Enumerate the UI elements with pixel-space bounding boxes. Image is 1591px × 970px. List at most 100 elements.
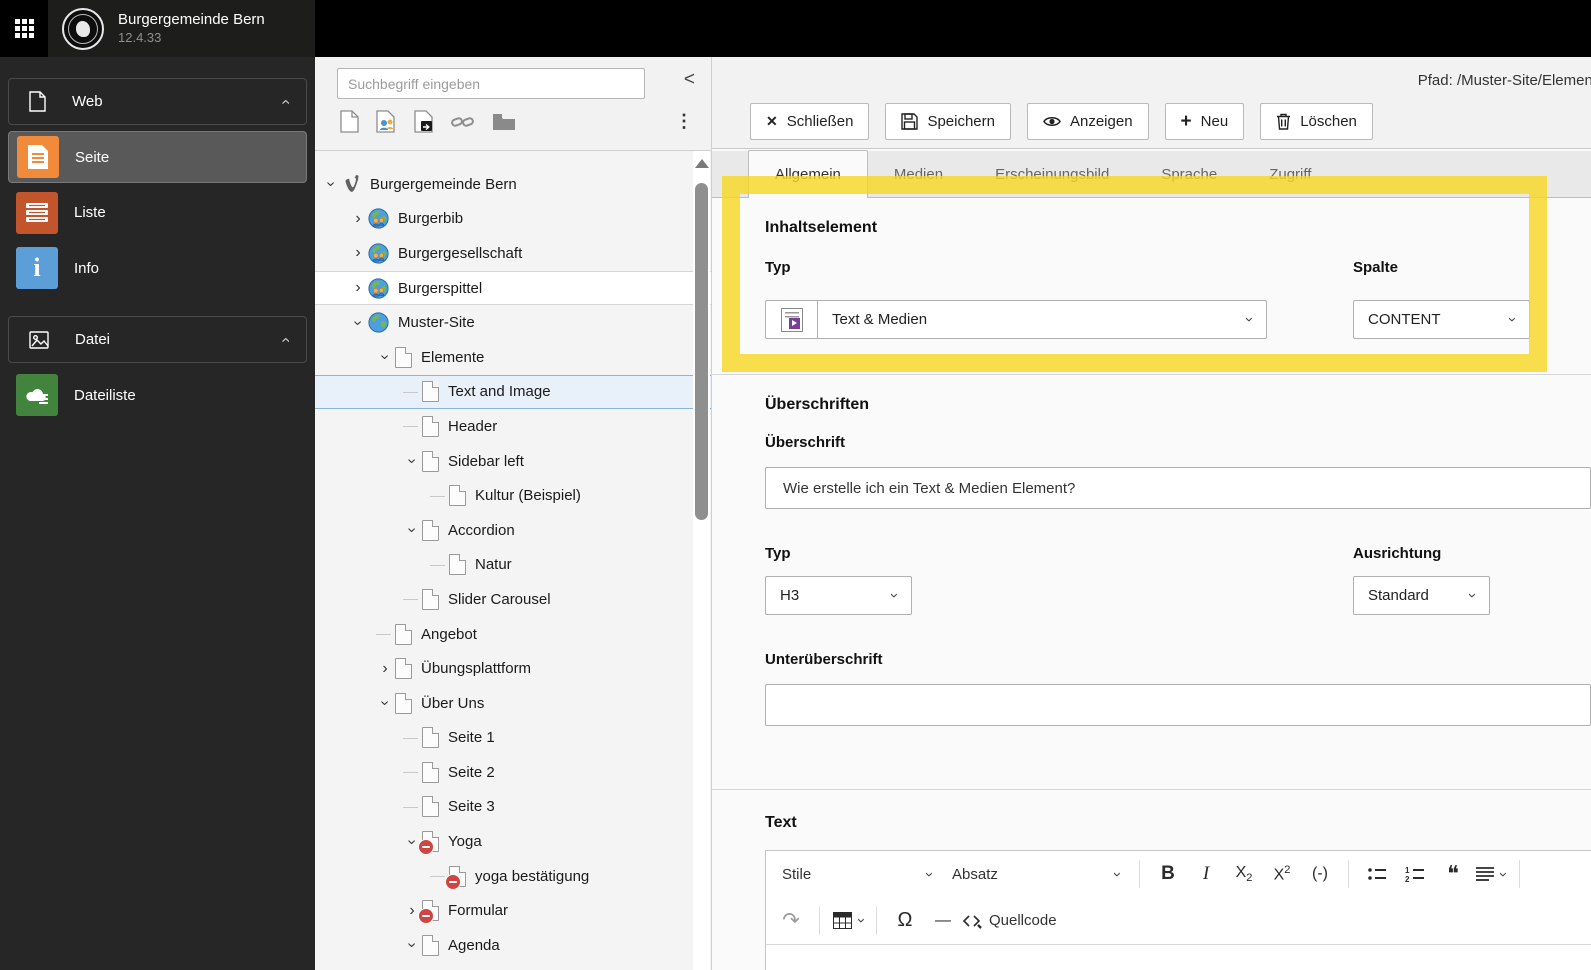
alignment-select[interactable]: Standard › — [1353, 576, 1490, 615]
tab-sprache[interactable]: Sprache — [1135, 151, 1243, 197]
chevron-down-icon: › — [1504, 317, 1521, 322]
tree-node[interactable]: Seite 2 — [315, 755, 711, 790]
subheading-input[interactable] — [765, 684, 1591, 726]
tree-node[interactable]: Slider Carousel — [315, 582, 711, 617]
tree-node[interactable]: › Burgerbib — [315, 202, 711, 237]
save-button[interactable]: Speichern — [885, 103, 1011, 140]
tree-node[interactable]: › Accordion — [315, 513, 711, 548]
tree-node-label: Über Uns — [421, 694, 485, 712]
tree-node-label: Seite 3 — [448, 798, 495, 816]
modules-menu-button[interactable] — [0, 0, 48, 57]
tab-allgemein[interactable]: Allgemein — [748, 150, 868, 198]
tree-node[interactable]: › Übungsplattform — [315, 651, 711, 686]
chevron-closed-icon[interactable]: › — [375, 660, 395, 677]
tree-node[interactable]: › Agenda — [315, 928, 711, 963]
new-page-users-icon[interactable] — [376, 110, 397, 133]
paragraph-dropdown[interactable]: Absatz › — [942, 866, 1130, 883]
module-item-seite[interactable]: Seite — [8, 131, 307, 183]
tree-node[interactable]: yoga bestätigung — [315, 859, 711, 894]
folder-icon[interactable] — [492, 113, 516, 131]
chevron-closed-icon[interactable]: › — [348, 280, 368, 296]
tree-node[interactable]: Header — [315, 409, 711, 444]
tree-node[interactable]: › Yoga — [315, 824, 711, 859]
tab-zugriff[interactable]: Zugriff — [1243, 151, 1337, 197]
tree-node[interactable]: Text and Image — [315, 374, 711, 410]
table-dropdown[interactable]: › — [829, 902, 870, 940]
horizontal-line-icon[interactable]: — — [924, 902, 962, 940]
blockquote-icon[interactable]: ❝ — [1434, 855, 1472, 893]
brand[interactable]: Burgergemeinde Bern 12.4.33 — [48, 0, 315, 57]
tree-node[interactable]: › Elemente — [315, 340, 711, 375]
bulleted-list-icon[interactable] — [1358, 855, 1396, 893]
new-button[interactable]: + Neu — [1164, 103, 1245, 140]
numbered-list-icon[interactable]: 12 — [1396, 855, 1434, 893]
tree-search-input[interactable] — [337, 68, 645, 99]
tab-medien[interactable]: Medien — [868, 151, 969, 197]
delete-button[interactable]: Löschen — [1260, 103, 1373, 140]
tree-node[interactable]: Angebot — [315, 617, 711, 652]
collapse-tree-icon[interactable]: < — [684, 70, 695, 89]
editor-toolbar-row2: ↷ › Ω — Quellcode — [766, 897, 1591, 944]
chevron-open-icon[interactable]: › — [375, 695, 395, 711]
subscript-button[interactable]: X2 — [1225, 855, 1263, 893]
chevron-closed-icon[interactable]: › — [348, 210, 368, 227]
module-item-dateiliste[interactable]: Dateiliste — [8, 369, 307, 421]
globe-icon — [368, 312, 389, 333]
tab-erscheinungsbild[interactable]: Erscheinungsbild — [969, 151, 1135, 197]
italic-button[interactable]: I — [1187, 855, 1225, 893]
special-character-icon[interactable]: Ω — [886, 902, 924, 940]
chevron-open-icon[interactable]: › — [375, 349, 395, 365]
close-button[interactable]: ✕ Schließen — [750, 103, 870, 140]
subheading-label: Unterüberschrift — [765, 651, 883, 668]
source-code-button[interactable]: Quellcode — [962, 902, 1057, 940]
heading-type-select[interactable]: H3 › — [765, 576, 912, 615]
tree-node[interactable]: › Sidebar left — [315, 444, 711, 479]
module-group-datei[interactable]: Datei › — [8, 316, 307, 363]
tree-scrollbar[interactable] — [693, 151, 710, 970]
list-icon — [16, 191, 58, 234]
tree-node[interactable]: Kultur (Beispiel) — [315, 478, 711, 513]
new-page-icon[interactable] — [340, 110, 359, 133]
chevron-closed-icon[interactable]: › — [348, 245, 368, 261]
module-item-info[interactable]: i Info — [8, 242, 307, 294]
soft-hyphen-button[interactable]: (-) — [1301, 855, 1339, 893]
module-group-web[interactable]: Web › — [8, 78, 307, 125]
redo-icon[interactable]: ↷ — [772, 902, 810, 940]
view-button[interactable]: Anzeigen — [1026, 103, 1149, 140]
pagetree-panel: < — [315, 57, 712, 970]
docheader-buttons: ✕ Schließen Speichern Anzeigen + Neu Lös… — [750, 103, 1373, 140]
app-title: Burgergemeinde Bern — [118, 11, 265, 28]
scrollbar-thumb[interactable] — [695, 183, 708, 520]
tree-node[interactable]: Natur — [315, 548, 711, 583]
styles-dropdown[interactable]: Stile › — [772, 866, 942, 883]
module-item-liste[interactable]: Liste — [8, 189, 307, 236]
module-menu: Web › Seite Liste i Info Datei › Dateili… — [0, 57, 315, 970]
tree-node-label: Seite 1 — [448, 729, 495, 747]
tree-node[interactable]: › Formular — [315, 893, 711, 928]
tree-node[interactable]: Seite 1 — [315, 721, 711, 756]
heading-input[interactable] — [765, 467, 1591, 509]
tree-node[interactable]: › Burgergesellschaft — [315, 236, 711, 271]
superscript-button[interactable]: X2 — [1263, 855, 1301, 893]
tree-node[interactable]: › Über Uns — [315, 686, 711, 721]
tree-node[interactable]: › Burgergemeinde Bern — [315, 167, 711, 202]
content-type-select[interactable]: Text & Medien › — [765, 300, 1267, 339]
column-select[interactable]: CONTENT › — [1353, 300, 1530, 339]
tree-node[interactable]: › Muster-Site — [315, 305, 711, 340]
tree-node[interactable]: › Burgerspittel — [315, 270, 711, 306]
chevron-open-icon[interactable]: › — [402, 522, 422, 538]
chevron-open-icon[interactable]: › — [402, 937, 422, 953]
tree-more-menu-icon[interactable]: ⋮ — [675, 111, 693, 132]
chevron-open-icon[interactable]: › — [402, 453, 422, 469]
editor-content[interactable] — [766, 944, 1591, 970]
tree-node-label: Übungsplattform — [421, 660, 532, 678]
bold-button[interactable]: B — [1149, 855, 1187, 893]
chevron-open-icon[interactable]: › — [348, 315, 368, 331]
scroll-up-icon[interactable] — [695, 159, 709, 168]
alignment-dropdown[interactable]: › — [1472, 855, 1512, 893]
tree-node-label: Text and Image — [448, 383, 551, 401]
chevron-open-icon[interactable]: › — [321, 176, 341, 192]
link-icon[interactable] — [451, 114, 475, 130]
new-shortcut-page-icon[interactable] — [414, 110, 434, 133]
tree-node[interactable]: Seite 3 — [315, 790, 711, 825]
